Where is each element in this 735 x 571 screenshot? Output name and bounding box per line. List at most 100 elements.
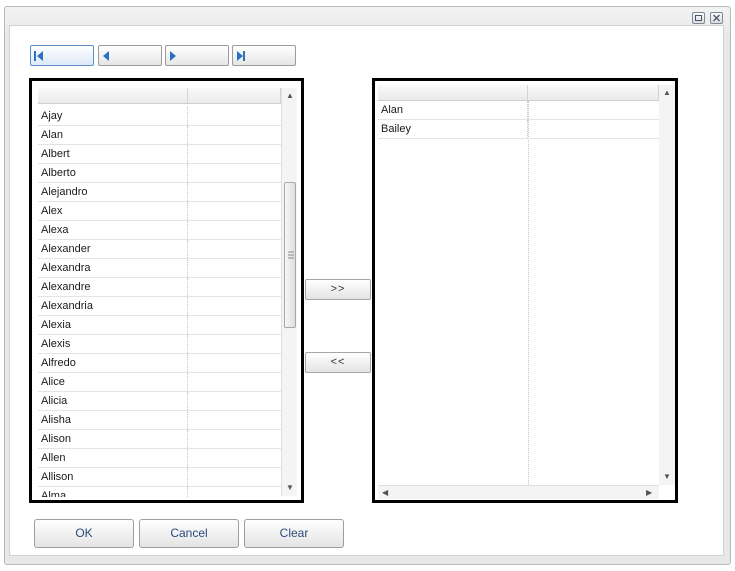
list-item-name: Alan — [378, 101, 528, 119]
list-item-name: Alexandre — [38, 278, 188, 296]
list-item-name: Alexandria — [38, 297, 188, 315]
first-page-button[interactable] — [30, 45, 94, 66]
list-item[interactable]: Allison — [38, 468, 281, 487]
list-item-cell — [188, 411, 281, 429]
list-item-cell — [188, 354, 281, 372]
list-item[interactable]: Alice — [38, 373, 281, 392]
list-item-cell — [188, 335, 281, 353]
list-item-cell — [188, 487, 281, 497]
available-list: Ajay Alan Albert Alberto Alejandro Alex Alexa A… — [29, 78, 304, 503]
available-list-scrollbar[interactable]: ▲ ▼ — [281, 88, 297, 496]
selected-list: Alan Bailey ▲ ▼ ◀ ▶ — [372, 78, 678, 503]
list-item-cell — [188, 126, 281, 144]
column-header[interactable] — [188, 88, 281, 103]
list-item-cell — [188, 259, 281, 277]
list-item-name: Ajay — [38, 107, 188, 125]
list-item[interactable]: Alan — [378, 101, 659, 120]
list-item-name: Alicia — [38, 392, 188, 410]
list-item-name: Alex — [38, 202, 188, 220]
list-item[interactable]: Alma — [38, 487, 281, 497]
scroll-left-icon[interactable]: ◀ — [382, 489, 388, 497]
grip-icon — [288, 251, 294, 259]
scroll-up-icon[interactable]: ▲ — [286, 92, 294, 100]
ok-button[interactable]: OK — [34, 519, 134, 548]
list-item[interactable]: Alex — [38, 202, 281, 221]
scroll-down-icon[interactable]: ▼ — [663, 473, 671, 481]
list-item-name: Allen — [38, 449, 188, 467]
list-item-cell — [188, 297, 281, 315]
list-item-name: Alan — [38, 126, 188, 144]
list-item-cell — [188, 278, 281, 296]
list-item[interactable]: Alexandre — [38, 278, 281, 297]
list-item-name: Allison — [38, 468, 188, 486]
list-item-cell — [188, 164, 281, 182]
list-item-name: Alexis — [38, 335, 188, 353]
list-item-name: Alberto — [38, 164, 188, 182]
selected-list-hscrollbar[interactable]: ◀ ▶ — [378, 485, 659, 499]
column-header[interactable] — [38, 88, 188, 103]
previous-page-button[interactable] — [98, 45, 162, 66]
restore-icon[interactable] — [692, 12, 705, 24]
list-item-name: Alice — [38, 373, 188, 391]
list-item-name: Alexa — [38, 221, 188, 239]
list-item-name: Alison — [38, 430, 188, 448]
list-item-name: Alexandra — [38, 259, 188, 277]
list-item-name: Alma — [38, 487, 188, 497]
list-item-cell — [188, 430, 281, 448]
list-item-cell — [188, 202, 281, 220]
first-page-icon — [34, 51, 43, 61]
list-item-cell — [188, 468, 281, 486]
list-item-cell — [188, 316, 281, 334]
column-header[interactable] — [378, 85, 528, 100]
selected-list-rows: Alan Bailey — [378, 101, 659, 485]
list-item[interactable]: Alison — [38, 430, 281, 449]
list-item[interactable]: Alfredo — [38, 354, 281, 373]
next-page-button[interactable] — [165, 45, 229, 66]
next-page-icon — [170, 51, 176, 61]
list-item-cell — [188, 145, 281, 163]
available-list-header — [38, 88, 281, 104]
list-item-cell — [188, 392, 281, 410]
scrollbar-thumb[interactable] — [284, 182, 296, 328]
list-item-name: Alexander — [38, 240, 188, 258]
list-item-cell — [528, 101, 659, 119]
remove-selected-button[interactable]: << — [305, 352, 371, 373]
list-item-name: Alejandro — [38, 183, 188, 201]
scroll-up-icon[interactable]: ▲ — [663, 89, 671, 97]
last-page-button[interactable] — [232, 45, 296, 66]
list-item-name: Alisha — [38, 411, 188, 429]
list-item-name: Albert — [38, 145, 188, 163]
list-item[interactable]: Alicia — [38, 392, 281, 411]
close-icon[interactable] — [710, 12, 723, 24]
selected-list-vscrollbar[interactable]: ▲ ▼ — [659, 85, 675, 485]
scroll-down-icon[interactable]: ▼ — [286, 484, 294, 492]
last-page-icon — [237, 51, 245, 61]
list-item-cell — [188, 449, 281, 467]
list-item[interactable]: Alexis — [38, 335, 281, 354]
list-item-cell — [528, 120, 659, 138]
selected-list-header — [378, 85, 659, 101]
clear-button[interactable]: Clear — [244, 519, 344, 548]
list-item-name: Alexia — [38, 316, 188, 334]
list-item[interactable]: Alisha — [38, 411, 281, 430]
list-item-cell — [188, 373, 281, 391]
cancel-button[interactable]: Cancel — [139, 519, 239, 548]
list-item[interactable]: Alexander — [38, 240, 281, 259]
list-item[interactable]: Ajay — [38, 107, 281, 126]
list-item[interactable]: Alexa — [38, 221, 281, 240]
list-item[interactable]: Alexandra — [38, 259, 281, 278]
list-item[interactable]: Alexandria — [38, 297, 281, 316]
list-item[interactable]: Bailey — [378, 120, 659, 139]
column-header[interactable] — [528, 85, 659, 100]
list-item-cell — [188, 221, 281, 239]
list-item[interactable]: Albert — [38, 145, 281, 164]
column-divider — [528, 101, 529, 485]
add-selected-button[interactable]: >> — [305, 279, 371, 300]
list-item[interactable]: Alejandro — [38, 183, 281, 202]
scroll-right-icon[interactable]: ▶ — [646, 489, 652, 497]
list-item[interactable]: Alexia — [38, 316, 281, 335]
list-item[interactable]: Alan — [38, 126, 281, 145]
list-item[interactable]: Allen — [38, 449, 281, 468]
list-item-cell — [188, 183, 281, 201]
list-item[interactable]: Alberto — [38, 164, 281, 183]
